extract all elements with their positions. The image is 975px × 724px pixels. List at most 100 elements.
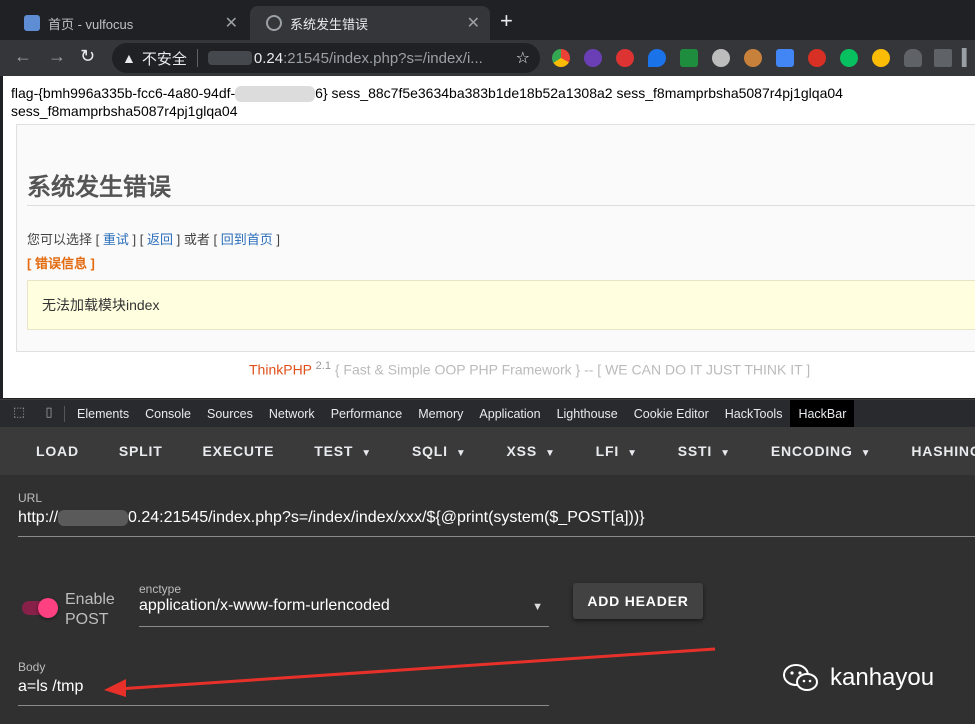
- execute-button[interactable]: EXECUTE: [183, 427, 295, 475]
- extension-overflow-icon[interactable]: ▍: [962, 48, 974, 68]
- url-input[interactable]: http:// 0.24:21545/index.php?s=/index/ind…: [18, 509, 975, 537]
- dropdown-arrow-icon: ▼: [455, 448, 467, 459]
- devtools-tab-performance[interactable]: Performance: [323, 400, 411, 428]
- new-tab-icon[interactable]: +: [500, 8, 513, 34]
- sqli-label: SQLI: [411, 443, 448, 459]
- address-bar[interactable]: ▲ 不安全 0.24 :21545/index.php?s=/index/i..…: [112, 43, 540, 73]
- devtools-tab-application[interactable]: Application: [471, 400, 548, 428]
- device-toolbar-icon[interactable]: ▯: [38, 404, 60, 424]
- extension-yellow-icon[interactable]: [872, 49, 890, 67]
- tab-title: 系统发生错误: [290, 16, 369, 32]
- test-menu-button[interactable]: TEST ▼: [294, 427, 392, 475]
- security-label: 不安全: [141, 50, 187, 68]
- dropdown-arrow-icon: ▼: [720, 448, 731, 459]
- enable-post-toggle[interactable]: [38, 598, 58, 618]
- thinkphp-slogan: { Fast & Simple OOP PHP Framework } -- […: [334, 361, 811, 378]
- url-value: 0.24:21545/index.php?s=/index/index/xxx/…: [128, 509, 645, 526]
- hashing-menu-button[interactable]: HASHING▼: [891, 427, 975, 475]
- flag-output: flag-{bmh996a335b-fcc6-4a80-94df- 6} sess…: [11, 84, 971, 120]
- thinkphp-link[interactable]: ThinkPHP: [249, 362, 312, 378]
- error-panel: 系统发生错误 您可以选择 [ 重试 ] [ 返回 ] 或者 [ 回到首页 ] […: [16, 124, 975, 352]
- close-icon[interactable]: ✕: [225, 13, 238, 33]
- back-link[interactable]: 返回: [147, 232, 173, 247]
- extension-blue-icon[interactable]: [776, 49, 794, 67]
- hackbar-menu: LOAD SPLIT EXECUTE TEST ▼ SQLI ▼ XSS ▼ LFI ▼…: [0, 427, 975, 475]
- choice-text: ]: [276, 232, 280, 247]
- devtools-tab-cookie-editor[interactable]: Cookie Editor: [626, 400, 717, 428]
- dropdown-arrow-icon: ▼: [532, 601, 543, 613]
- dropdown-arrow-icon: ▼: [544, 448, 556, 459]
- devtools-tab-memory[interactable]: Memory: [410, 400, 471, 428]
- retry-link[interactable]: 重试: [103, 232, 129, 247]
- chrome-extension-icon[interactable]: [552, 49, 570, 67]
- reload-icon[interactable]: ↻: [80, 46, 95, 67]
- sqli-menu-button[interactable]: SQLI ▼: [392, 427, 487, 475]
- arrow-head: [104, 679, 126, 697]
- ssti-menu-button[interactable]: SSTI ▼: [658, 427, 751, 475]
- qr-code-icon[interactable]: [934, 49, 952, 67]
- close-icon[interactable]: ✕: [467, 13, 480, 33]
- lfi-label: LFI: [595, 443, 620, 459]
- error-message: 无法加载模块index: [27, 280, 975, 330]
- xss-label: XSS: [506, 443, 537, 459]
- location-pin-icon[interactable]: [648, 49, 666, 67]
- encoding-menu-button[interactable]: ENCODING ▼: [751, 427, 892, 475]
- dropdown-arrow-icon: ▼: [627, 448, 638, 459]
- xss-menu-button[interactable]: XSS ▼: [487, 427, 576, 475]
- devtools-tab-sources[interactable]: Sources: [199, 400, 261, 428]
- dropdown-arrow-icon: ▼: [860, 448, 872, 459]
- extension-s-icon[interactable]: [808, 49, 826, 67]
- home-link[interactable]: 回到首页: [221, 232, 273, 247]
- cookie-icon[interactable]: [744, 49, 762, 67]
- devtools-tab-console[interactable]: Console: [137, 400, 199, 428]
- body-label: Body: [18, 660, 46, 674]
- extension-hat-icon[interactable]: [904, 49, 922, 67]
- browser-tab-bar: 首页 - vulfocus ✕ 系统发生错误 ✕ +: [0, 0, 975, 40]
- back-arrow-icon[interactable]: ←: [14, 46, 32, 67]
- extension-red-icon[interactable]: [616, 49, 634, 67]
- devtools-tab-elements[interactable]: Elements: [69, 400, 137, 428]
- flag-text-start: flag-{bmh996a335b-fcc6-4a80-94df-: [11, 85, 236, 101]
- hashing-label: HASHING: [911, 443, 975, 459]
- devtools-tab-network[interactable]: Network: [261, 400, 323, 428]
- annotation-arrow: [104, 647, 716, 697]
- wechat-extension-icon[interactable]: [840, 49, 858, 67]
- tab-title: 首页 - vulfocus: [48, 16, 134, 32]
- divider: [196, 49, 198, 67]
- extension-purple-icon[interactable]: [584, 49, 602, 67]
- enctype-value: application/x-www-form-urlencoded: [139, 597, 390, 614]
- divider: [27, 205, 975, 206]
- tab-vulfocus[interactable]: 首页 - vulfocus ✕: [8, 6, 248, 40]
- url-label: URL: [18, 491, 43, 505]
- load-button[interactable]: LOAD: [0, 427, 99, 475]
- redacted-host: [58, 509, 129, 526]
- lfi-menu-button[interactable]: LFI ▼: [576, 427, 658, 475]
- choice-text: 您可以选择 [: [27, 232, 100, 247]
- extension-green-icon[interactable]: [680, 49, 698, 67]
- encoding-label: ENCODING: [770, 443, 853, 459]
- browser-toolbar: ← → ↻ ▲ 不安全 0.24 :21545/index.php?s=/ind…: [0, 40, 975, 108]
- devtools-tab-hacktools[interactable]: HackTools: [717, 400, 791, 428]
- error-choices: 您可以选择 [ 重试 ] [ 返回 ] 或者 [ 回到首页 ]: [27, 229, 280, 248]
- bookmark-star-icon[interactable]: ☆: [516, 48, 530, 68]
- enctype-label: enctype: [139, 582, 182, 596]
- error-info-label: [ 错误信息 ]: [27, 256, 95, 271]
- vulfocus-favicon-icon: [24, 15, 40, 31]
- extension-gray-icon[interactable]: [712, 49, 730, 67]
- inspect-element-icon[interactable]: ⬚: [8, 404, 30, 424]
- enctype-select[interactable]: application/x-www-form-urlencoded ▼: [139, 597, 549, 627]
- url-host: 0.24: [253, 49, 284, 67]
- devtools-tab-hackbar[interactable]: HackBar: [790, 399, 855, 428]
- session-text: sess_f8mamprbsha5087r4pj1glqa04: [11, 103, 238, 120]
- tab-error-page[interactable]: 系统发生错误 ✕: [250, 6, 490, 40]
- redacted-flag: [235, 86, 316, 103]
- devtools-tab-lighthouse[interactable]: Lighthouse: [549, 400, 626, 428]
- thinkphp-version: 2.1: [315, 360, 331, 372]
- enable-post-label: Enable POST: [65, 591, 115, 628]
- add-header-button[interactable]: ADD HEADER: [573, 583, 703, 619]
- watermark: kanhayou: [782, 663, 934, 693]
- forward-arrow-icon[interactable]: →: [48, 46, 66, 67]
- choice-text: ] [: [132, 232, 144, 247]
- split-button[interactable]: SPLIT: [99, 427, 183, 475]
- page-content: flag-{bmh996a335b-fcc6-4a80-94df- 6} sess…: [3, 76, 975, 398]
